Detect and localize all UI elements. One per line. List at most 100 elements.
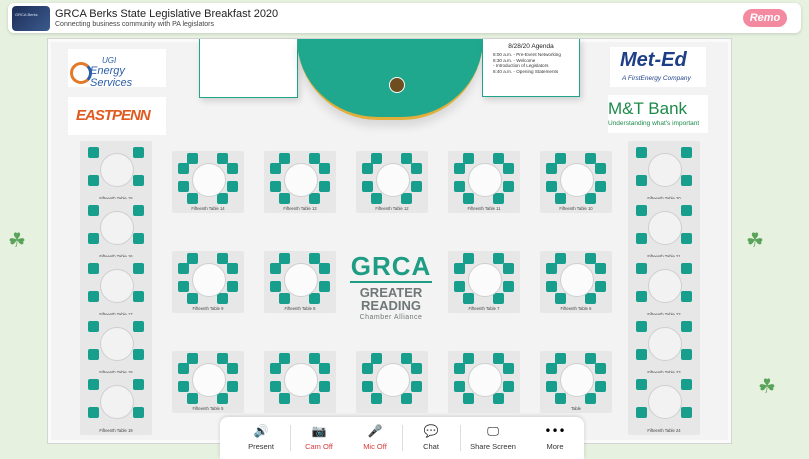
seat[interactable] (636, 263, 647, 274)
seat[interactable] (555, 293, 566, 304)
seat[interactable] (319, 381, 330, 392)
seat[interactable] (493, 393, 504, 404)
seat[interactable] (178, 263, 189, 274)
seat[interactable] (371, 353, 382, 364)
seat[interactable] (411, 163, 422, 174)
meeting-table[interactable]: Fifteenth Table 8 (264, 251, 336, 313)
seat[interactable] (319, 163, 330, 174)
seat[interactable] (681, 263, 692, 274)
ugi-logo[interactable]: UGI Energy Services (68, 49, 166, 89)
seat[interactable] (555, 353, 566, 364)
seat[interactable] (187, 153, 198, 164)
seat[interactable] (279, 193, 290, 204)
seat[interactable] (88, 205, 99, 216)
seat[interactable] (493, 353, 504, 364)
seat[interactable] (187, 253, 198, 264)
seat[interactable] (555, 153, 566, 164)
seat[interactable] (503, 363, 514, 374)
seat[interactable] (309, 293, 320, 304)
seat[interactable] (493, 293, 504, 304)
seat[interactable] (546, 263, 557, 274)
seat[interactable] (401, 153, 412, 164)
seat[interactable] (279, 253, 290, 264)
meeting-table[interactable]: Fifteenth Table 16 (80, 199, 152, 261)
meeting-table[interactable] (264, 351, 336, 413)
seat[interactable] (454, 181, 465, 192)
seat[interactable] (88, 407, 99, 418)
seat[interactable] (88, 291, 99, 302)
chat-button[interactable]: 💬 Chat (402, 417, 460, 459)
seat[interactable] (454, 263, 465, 274)
present-button[interactable]: 🔊 Present (232, 417, 290, 459)
seat[interactable] (411, 381, 422, 392)
seat[interactable] (681, 321, 692, 332)
seat[interactable] (636, 321, 647, 332)
seat[interactable] (227, 281, 238, 292)
seat[interactable] (133, 407, 144, 418)
cam-off-button[interactable]: 📷 Cam Off (290, 417, 348, 459)
seat[interactable] (88, 379, 99, 390)
seat[interactable] (595, 281, 606, 292)
seat[interactable] (636, 291, 647, 302)
seat[interactable] (681, 147, 692, 158)
meeting-table[interactable]: Fifteenth Table 21 (628, 199, 700, 261)
meeting-table[interactable]: Fifteenth Table 20 (628, 141, 700, 203)
mic-off-button[interactable]: 🎤 Mic Off (346, 417, 404, 459)
meeting-table[interactable]: Fifteenth Table 13 (264, 151, 336, 213)
seat[interactable] (493, 253, 504, 264)
meeting-table[interactable]: Fifteenth Table 10 (540, 151, 612, 213)
seat[interactable] (88, 233, 99, 244)
seat[interactable] (133, 263, 144, 274)
seat[interactable] (681, 205, 692, 216)
seat[interactable] (187, 393, 198, 404)
seat[interactable] (133, 205, 144, 216)
seat[interactable] (270, 181, 281, 192)
seat[interactable] (217, 353, 228, 364)
seat[interactable] (133, 175, 144, 186)
meeting-table[interactable] (356, 351, 428, 413)
seat[interactable] (636, 147, 647, 158)
seat[interactable] (187, 353, 198, 364)
meeting-table[interactable]: Fifteenth Table 15 (80, 141, 152, 203)
seat[interactable] (371, 153, 382, 164)
seat[interactable] (309, 393, 320, 404)
seat[interactable] (401, 393, 412, 404)
seat[interactable] (362, 363, 373, 374)
seat[interactable] (454, 281, 465, 292)
seat[interactable] (227, 263, 238, 274)
meeting-table[interactable] (448, 351, 520, 413)
stage-area[interactable] (297, 39, 483, 120)
seat[interactable] (227, 181, 238, 192)
seat[interactable] (493, 153, 504, 164)
seat[interactable] (681, 291, 692, 302)
seat[interactable] (133, 233, 144, 244)
seat[interactable] (279, 153, 290, 164)
seat[interactable] (503, 263, 514, 274)
seat[interactable] (454, 163, 465, 174)
seat[interactable] (279, 393, 290, 404)
seat[interactable] (133, 147, 144, 158)
agenda-panel[interactable]: 8/28/20 Agenda 8:00 a.m. - Pre-Event Net… (482, 39, 580, 97)
seat[interactable] (279, 353, 290, 364)
seat[interactable] (503, 281, 514, 292)
seat[interactable] (309, 253, 320, 264)
more-button[interactable]: ••• More (526, 417, 584, 459)
seat[interactable] (585, 293, 596, 304)
seat[interactable] (88, 349, 99, 360)
meeting-table[interactable]: Fifteenth Table 12 (356, 151, 428, 213)
seat[interactable] (270, 281, 281, 292)
seat[interactable] (546, 363, 557, 374)
seat[interactable] (585, 353, 596, 364)
meeting-table[interactable]: Fifteenth Table 6 (540, 251, 612, 313)
seat[interactable] (178, 363, 189, 374)
seat[interactable] (401, 353, 412, 364)
presenter-avatar[interactable] (389, 77, 405, 93)
meeting-table[interactable]: Table (540, 351, 612, 413)
seat[interactable] (227, 163, 238, 174)
seat[interactable] (217, 153, 228, 164)
seat[interactable] (463, 353, 474, 364)
meeting-table[interactable]: Fifteenth Table 11 (448, 151, 520, 213)
seat[interactable] (595, 163, 606, 174)
meeting-table[interactable]: Fifteenth Table 9 (172, 251, 244, 313)
seat[interactable] (279, 293, 290, 304)
